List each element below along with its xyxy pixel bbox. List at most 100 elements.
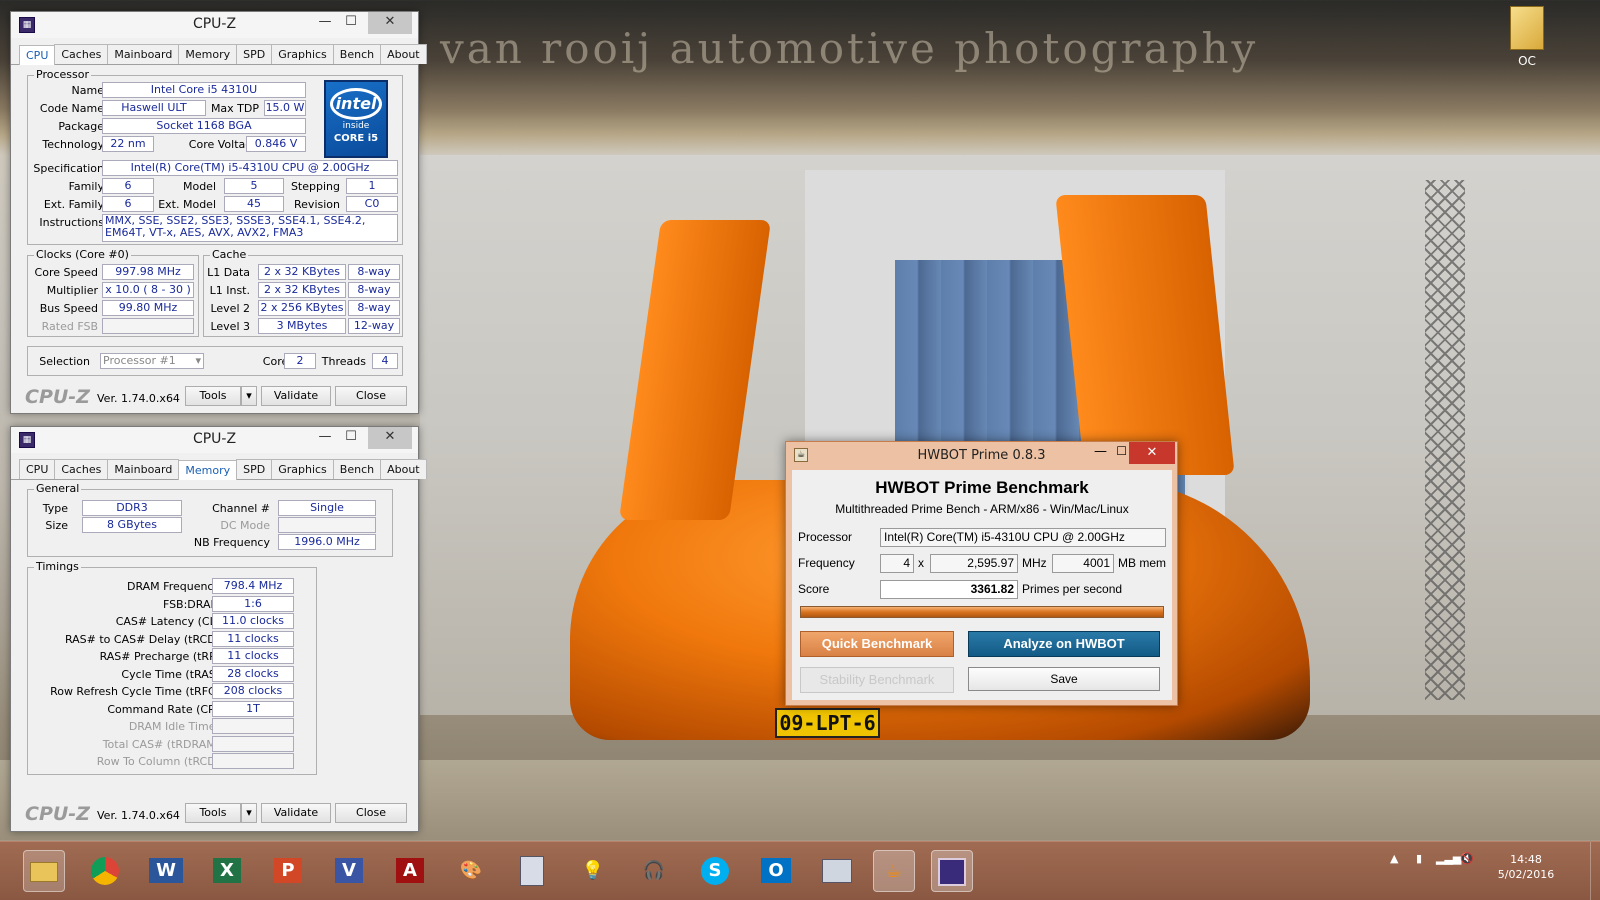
extfamily-label: Ext. Family: [43, 198, 104, 211]
tab-graphics[interactable]: Graphics: [271, 44, 334, 64]
tab-graphics[interactable]: Graphics: [271, 459, 334, 479]
file-explorer-button[interactable]: [23, 850, 65, 892]
dcmode-label: DC Mode: [220, 519, 270, 532]
skype-button[interactable]: S: [694, 850, 736, 892]
corespeed-value: 997.98 MHz: [102, 264, 194, 280]
excel-button[interactable]: X: [206, 850, 248, 892]
name-label: Name: [71, 84, 104, 97]
timing-value: 208 clocks: [212, 683, 294, 699]
name-value: Intel Core i5 4310U: [102, 82, 306, 98]
tab-about[interactable]: About: [380, 459, 427, 479]
tab-caches[interactable]: Caches: [54, 459, 109, 479]
tab-bar: CPU Caches Mainboard Memory SPD Graphics…: [11, 453, 427, 480]
tools-button[interactable]: Tools: [185, 386, 241, 406]
channel-label: Channel #: [212, 502, 270, 515]
chevron-down-icon: ▾: [195, 354, 201, 367]
tools-button[interactable]: Tools: [185, 803, 241, 823]
tab-memory[interactable]: Memory: [178, 44, 238, 64]
close-button[interactable]: Close: [335, 386, 407, 406]
music-button[interactable]: 🎧: [633, 850, 675, 892]
excel-icon: X: [213, 858, 241, 883]
timing-value: [212, 718, 294, 734]
l2-way: 8-way: [348, 300, 400, 316]
tab-cpu[interactable]: CPU: [19, 459, 56, 479]
titlebar[interactable]: ▦ CPU-Z — ☐ ✕: [11, 427, 418, 453]
tab-mainboard[interactable]: Mainboard: [107, 44, 180, 64]
minimize-button[interactable]: —: [1094, 444, 1107, 459]
specification-label: Specification: [33, 162, 104, 175]
word-button[interactable]: W: [145, 850, 187, 892]
tab-spd[interactable]: SPD: [236, 44, 273, 64]
analyze-on-hwbot-button[interactable]: Analyze on HWBOT: [968, 631, 1160, 657]
tab-about[interactable]: About: [380, 44, 427, 64]
validate-button[interactable]: Validate: [261, 386, 331, 406]
battery-icon[interactable]: ▮: [1416, 852, 1422, 865]
hwbot-prime-window: ☕ HWBOT Prime 0.8.3 — ☐ ✕ HWBOT Prime Be…: [785, 441, 1178, 706]
selection-dropdown[interactable]: Processor #1 ▾: [100, 353, 204, 369]
cpuz-taskbar-button[interactable]: [931, 850, 973, 892]
taskbar: W X P V A 🎨 💡 🎧 S O ☕ ▲ ▮ ▂▃▅ 🔇 14:48 5/…: [0, 841, 1600, 900]
volume-muted-icon[interactable]: 🔇: [1460, 852, 1474, 865]
save-button[interactable]: Save: [968, 667, 1160, 691]
desktop-folder-oc[interactable]: OC: [1503, 6, 1551, 68]
timing-label: DRAM Frequency: [126, 580, 220, 593]
visio-button[interactable]: V: [328, 850, 370, 892]
paint-button[interactable]: 🎨: [450, 850, 492, 892]
close-window-button[interactable]: ✕: [368, 427, 412, 449]
clock[interactable]: 14:48 5/02/2016: [1496, 852, 1556, 882]
tips-button[interactable]: 💡: [572, 850, 614, 892]
outlook-icon: O: [761, 858, 791, 883]
revision-value: C0: [346, 196, 398, 212]
java-button[interactable]: ☕: [873, 850, 915, 892]
tab-memory[interactable]: Memory: [178, 460, 238, 480]
threads-label: Threads: [321, 355, 366, 368]
codename-value: Haswell ULT: [102, 100, 206, 116]
close-window-button[interactable]: ✕: [1129, 442, 1175, 464]
tab-bench[interactable]: Bench: [332, 459, 382, 479]
tab-caches[interactable]: Caches: [54, 44, 109, 64]
timing-value: 1T: [212, 700, 294, 717]
cores-value: 2: [284, 353, 316, 369]
close-button[interactable]: Close: [335, 803, 407, 823]
technology-value: 22 nm: [102, 136, 154, 152]
instructions-label: Instructions: [39, 216, 104, 229]
busspeed-label: Bus Speed: [39, 302, 98, 315]
powerpoint-button[interactable]: P: [267, 850, 309, 892]
close-window-button[interactable]: ✕: [368, 12, 412, 34]
stability-benchmark-button[interactable]: Stability Benchmark: [800, 667, 954, 693]
family-label: Family: [68, 180, 104, 193]
show-desktop-button[interactable]: [1590, 842, 1600, 900]
network-monitor-button[interactable]: [816, 850, 858, 892]
titlebar[interactable]: ▦ CPU-Z — ☐ ✕: [11, 12, 418, 38]
size-label: Size: [45, 519, 68, 532]
quick-benchmark-button[interactable]: Quick Benchmark: [800, 631, 954, 657]
tab-bench[interactable]: Bench: [332, 44, 382, 64]
timing-label: Cycle Time (tRAS): [121, 667, 220, 681]
type-value: DDR3: [82, 500, 182, 516]
maximize-button[interactable]: ☐: [336, 12, 366, 34]
timings-legend: Timings: [34, 560, 81, 573]
outlook-button[interactable]: O: [755, 850, 797, 892]
tab-spd[interactable]: SPD: [236, 459, 273, 479]
maximize-button[interactable]: ☐: [1116, 444, 1127, 458]
lightbulb-icon: 💡: [581, 860, 605, 881]
signal-icon[interactable]: ▂▃▅: [1436, 852, 1461, 865]
maximize-button[interactable]: ☐: [336, 427, 366, 449]
validate-button[interactable]: Validate: [261, 803, 331, 823]
wallpaper-watermark: van rooij automotive photography: [440, 24, 1259, 73]
tab-cpu[interactable]: CPU: [19, 45, 56, 65]
extmodel-value: 45: [224, 196, 284, 212]
memory-unit: MB mem: [1118, 556, 1166, 570]
chrome-button[interactable]: [84, 850, 126, 892]
tools-dropdown-button[interactable]: ▾: [241, 803, 257, 823]
show-hidden-icons-button[interactable]: ▲: [1390, 852, 1398, 865]
acrobat-button[interactable]: A: [389, 850, 431, 892]
titlebar[interactable]: ☕ HWBOT Prime 0.8.3 — ☐ ✕: [786, 442, 1177, 470]
tools-dropdown-button[interactable]: ▾: [241, 386, 257, 406]
tab-mainboard[interactable]: Mainboard: [107, 459, 180, 479]
frequency-label: Frequency: [798, 556, 855, 570]
l1data-value: 2 x 32 KBytes: [258, 264, 346, 280]
calculator-button[interactable]: [511, 850, 553, 892]
timing-label: Row To Column (tRCD): [96, 755, 220, 768]
version-label: Ver. 1.74.0.x64: [97, 392, 180, 405]
